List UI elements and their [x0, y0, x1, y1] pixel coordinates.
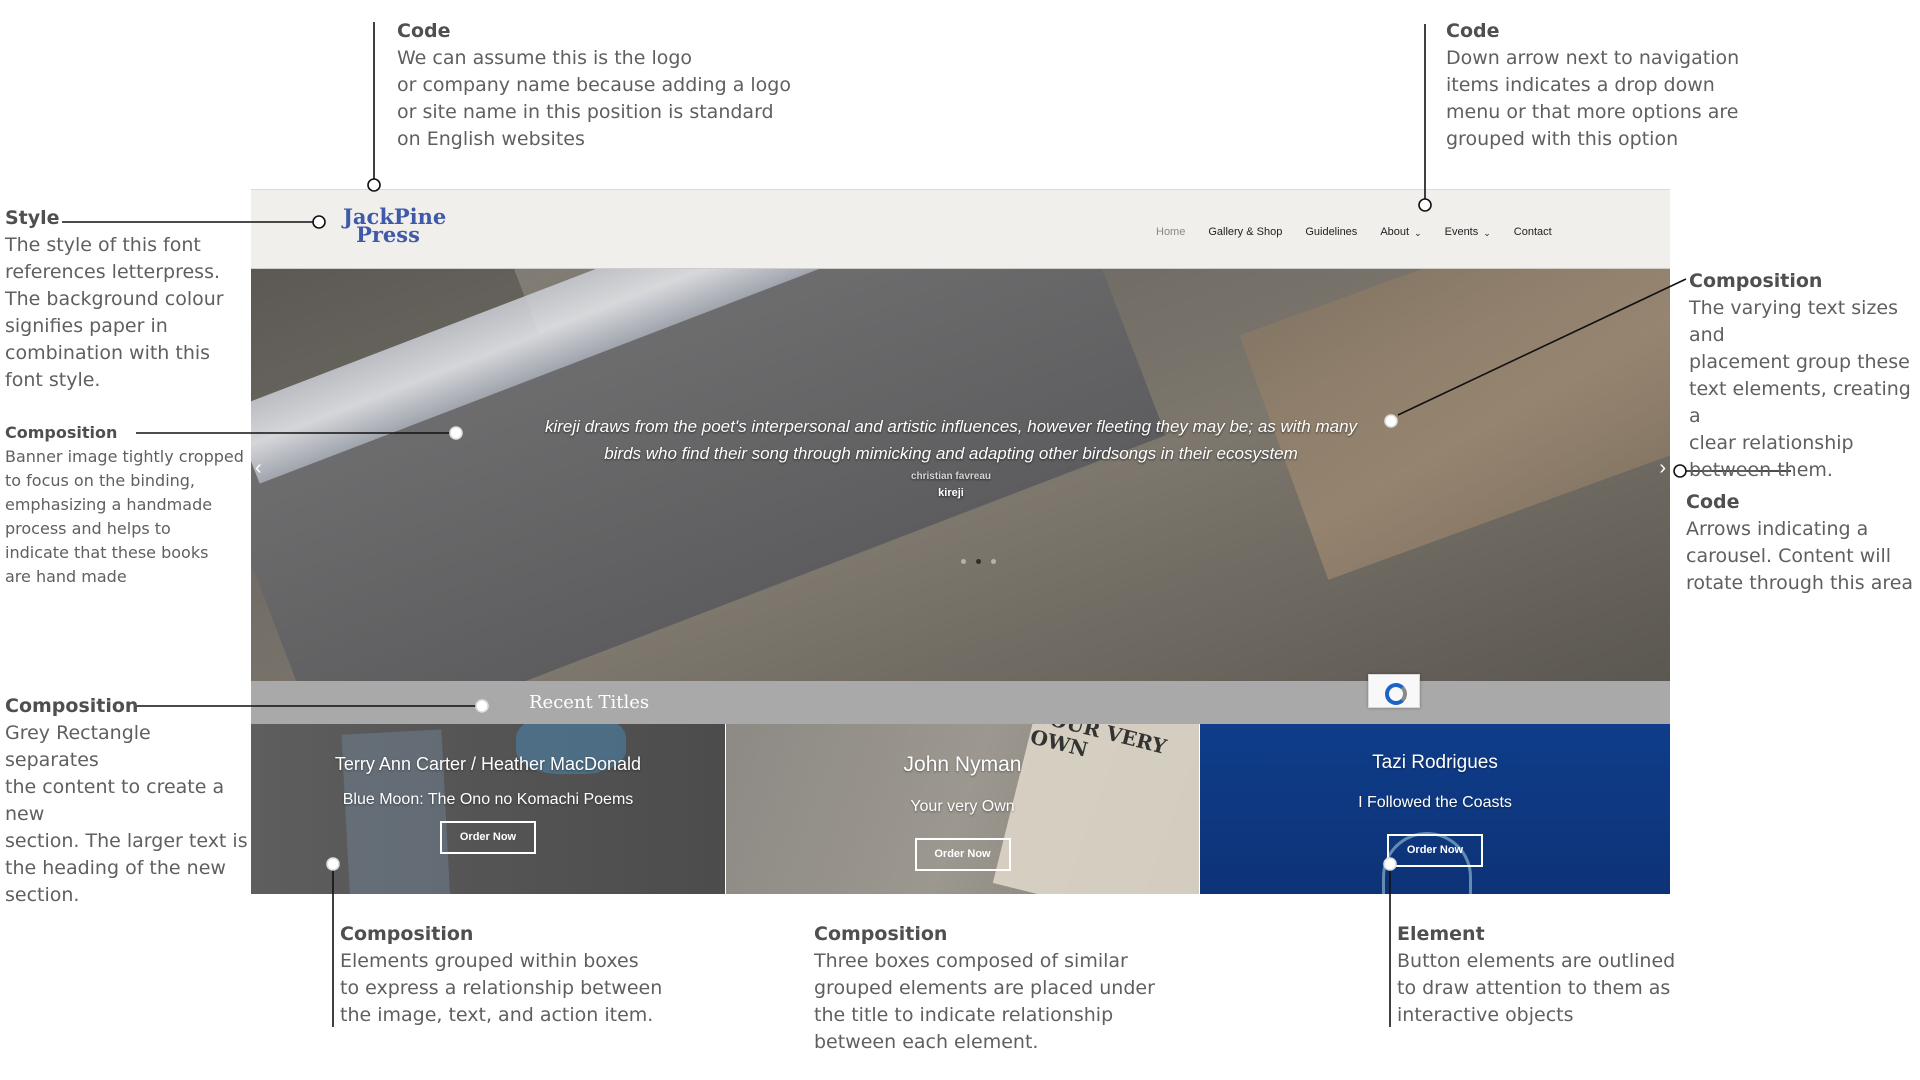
annotation-body: Arrows indicating a carousel. Content wi…	[1686, 518, 1914, 594]
annotation-composition-banner: Composition Banner image tightly cropped…	[5, 421, 265, 589]
annotation-title: Composition	[5, 423, 118, 442]
recaptcha-icon[interactable]	[1368, 674, 1420, 708]
annotation-title: Style	[5, 207, 60, 229]
carousel-dot[interactable]	[991, 559, 996, 564]
nav-item-guidelines[interactable]: Guidelines	[1305, 226, 1357, 238]
hero-author: christian favreau	[910, 471, 992, 482]
nav-label: Contact	[1513, 226, 1552, 238]
chevron-right-icon[interactable]: ›	[1659, 457, 1666, 480]
nav-item-home[interactable]: Home	[1156, 226, 1185, 238]
annotation-title: Composition	[814, 923, 948, 945]
nav-label: Gallery & Shop	[1208, 226, 1283, 238]
annotation-composition-grey: Composition Grey Rectangle separates the…	[5, 693, 250, 909]
nav-label: Guidelines	[1305, 226, 1358, 238]
annotation-body: The style of this font references letter…	[5, 234, 224, 391]
annotation-body: Button elements are outlined to draw att…	[1397, 950, 1676, 1026]
annotation-element-buttons: Element Button elements are outlined to …	[1397, 921, 1727, 1029]
title-card-followed-the-coasts: Tazi Rodrigues I Followed the Coasts Ord…	[1200, 724, 1670, 894]
nav-item-contact[interactable]: Contact	[1514, 226, 1552, 238]
annotation-title: Code	[1446, 20, 1500, 42]
annotation-title: Element	[1397, 923, 1485, 945]
recaptcha-logo	[1385, 683, 1407, 705]
annotation-body: We can assume this is the logo or compan…	[397, 47, 791, 150]
main-navigation: Home Gallery & Shop Guidelines About ⌄ Ev…	[1156, 221, 1575, 243]
tile-author: Terry Ann Carter / Heather MacDonald	[334, 754, 642, 774]
order-now-button[interactable]: Order Now	[914, 838, 1011, 871]
annotation-title: Code	[397, 20, 451, 42]
tile-title: Blue Moon: The Ono no Komachi Poems	[342, 791, 634, 808]
annotation-title: Code	[1686, 491, 1740, 513]
annotation-code-nav: Code Down arrow next to navigation items…	[1446, 18, 1746, 153]
nav-label: Home	[1156, 226, 1186, 238]
hero-quote: kireji draws from the poet's interperson…	[544, 417, 1358, 463]
annotation-body: Grey Rectangle separates the content to …	[5, 722, 248, 906]
title-card-blue-moon: Terry Ann Carter / Heather MacDonald Blu…	[251, 724, 725, 894]
annotation-composition-three: Composition Three boxes composed of simi…	[814, 921, 1214, 1056]
annotation-style-font: Style The style of this font references …	[5, 205, 245, 394]
nav-item-gallery-shop[interactable]: Gallery & Shop	[1208, 226, 1282, 238]
tile-author: John Nyman	[903, 753, 1022, 776]
annotation-body: Down arrow next to navigation items indi…	[1446, 47, 1740, 150]
carousel-dots	[961, 559, 996, 564]
hero-book-title: kireji	[938, 487, 964, 499]
nav-label: About	[1380, 226, 1410, 238]
annotation-code-arrows: Code Arrows indicating a carousel. Conte…	[1686, 489, 1916, 597]
annotation-body: Three boxes composed of similar grouped …	[814, 950, 1155, 1053]
recent-titles-bar: Recent Titles	[251, 681, 1670, 724]
carousel-dot[interactable]	[961, 559, 966, 564]
annotation-title: Composition	[1689, 270, 1823, 292]
annotation-title: Composition	[5, 695, 139, 717]
website-mockup: JackPine Press Home Gallery & Shop Guide…	[251, 189, 1670, 894]
logo-line-2: Press	[356, 222, 420, 247]
tile-title: Your very Own	[910, 798, 1015, 815]
chevron-down-icon: ⌄	[1483, 227, 1491, 238]
annotation-code-logo: Code We can assume this is the logo or c…	[397, 18, 797, 153]
annotation-body: Banner image tightly cropped to focus on…	[5, 447, 244, 586]
chevron-down-icon: ⌄	[1414, 227, 1422, 238]
order-now-button[interactable]: Order Now	[440, 821, 536, 854]
title-card-your-very-own: YOUR VERY OWN John Nyman Your very Own O…	[726, 724, 1199, 894]
order-now-button[interactable]: Order Now	[1387, 834, 1483, 867]
nav-item-events[interactable]: Events ⌄	[1445, 226, 1491, 238]
annotation-composition-text: Composition The varying text sizes and p…	[1689, 268, 1919, 484]
carousel-dot-active[interactable]	[976, 559, 981, 564]
leader-dot-arrows	[1673, 464, 1687, 478]
site-logo[interactable]: JackPine Press	[343, 206, 446, 247]
tile-author: Tazi Rodrigues	[1372, 752, 1498, 773]
annotation-composition-boxes: Composition Elements grouped within boxe…	[340, 921, 740, 1029]
annotation-title: Composition	[340, 923, 474, 945]
nav-label: Events	[1444, 226, 1479, 238]
annotation-body: Elements grouped within boxes to express…	[340, 950, 663, 1026]
nav-item-about[interactable]: About ⌄	[1380, 226, 1421, 238]
tile-title: I Followed the Coasts	[1358, 794, 1512, 811]
section-title: Recent Titles	[529, 692, 650, 713]
site-header: JackPine Press Home Gallery & Shop Guide…	[251, 189, 1670, 269]
hero-carousel: kireji draws from the poet's interperson…	[251, 269, 1670, 681]
annotation-body: The varying text sizes and placement gro…	[1689, 297, 1911, 481]
